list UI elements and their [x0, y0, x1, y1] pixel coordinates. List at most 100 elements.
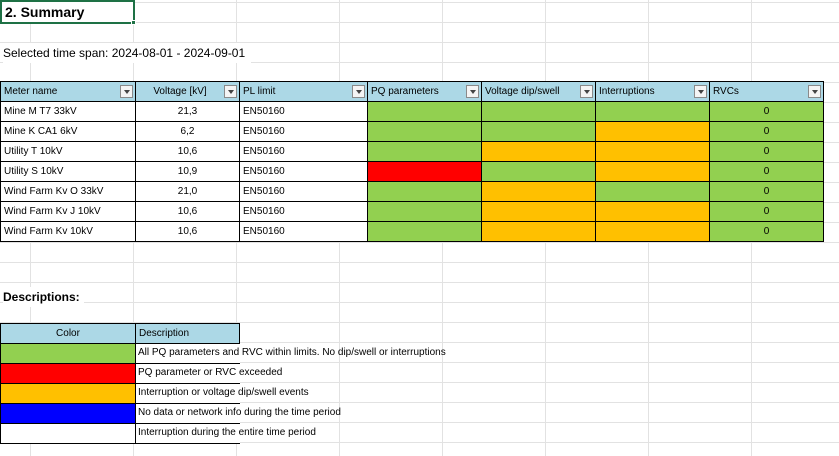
pq-status-cell[interactable] — [367, 161, 482, 182]
legend-description-cell[interactable]: No data or network info during the time … — [135, 403, 341, 424]
dip-swell-status-cell[interactable] — [481, 201, 596, 222]
sheet-title: 2. Summary — [5, 4, 85, 20]
dip-swell-status-cell[interactable] — [481, 161, 596, 182]
table-row: Wind Farm Kv O 33kV 21,0 EN50160 0 — [0, 181, 824, 202]
legend-color-swatch[interactable] — [0, 383, 136, 404]
legend-row: No data or network info during the time … — [0, 403, 341, 424]
interruptions-status-cell[interactable] — [595, 161, 710, 182]
pl-limit-cell[interactable]: EN50160 — [239, 101, 368, 122]
legend-header-color[interactable]: Color — [0, 323, 136, 344]
legend-row: Interruption or voltage dip/swell events — [0, 383, 309, 404]
table-row: Utility T 10kV 10,6 EN50160 0 — [0, 141, 824, 162]
filter-dropdown-icon[interactable] — [352, 85, 365, 98]
table-row: Utility S 10kV 10,9 EN50160 0 — [0, 161, 824, 182]
rvcs-cell[interactable]: 0 — [709, 161, 824, 182]
voltage-cell[interactable]: 10,6 — [135, 201, 240, 222]
legend-row: Interruption during the entire time peri… — [0, 423, 316, 444]
header-pq-parameters[interactable]: PQ parameters — [367, 81, 482, 102]
pl-limit-cell[interactable]: EN50160 — [239, 201, 368, 222]
table-row: Mine K CA1 6kV 6,2 EN50160 0 — [0, 121, 824, 142]
voltage-cell[interactable]: 10,6 — [135, 221, 240, 242]
interruptions-status-cell[interactable] — [595, 141, 710, 162]
legend-description-text: Interruption during the entire time peri… — [138, 427, 316, 438]
meter-name-cell[interactable]: Wind Farm Kv O 33kV — [0, 181, 136, 202]
filter-dropdown-icon[interactable] — [694, 85, 707, 98]
header-voltage[interactable]: Voltage [kV] — [135, 81, 240, 102]
rvcs-cell[interactable]: 0 — [709, 181, 824, 202]
dip-swell-status-cell[interactable] — [481, 121, 596, 142]
filter-dropdown-icon[interactable] — [120, 85, 133, 98]
header-voltage-dip-swell[interactable]: Voltage dip/swell — [481, 81, 596, 102]
legend-description-cell[interactable]: Interruption or voltage dip/swell events — [135, 383, 309, 404]
pq-status-cell[interactable] — [367, 221, 482, 242]
legend-color-swatch[interactable] — [0, 343, 136, 364]
header-pl-limit[interactable]: PL limit — [239, 81, 368, 102]
legend-color-swatch[interactable] — [0, 363, 136, 384]
meter-name-cell[interactable]: Wind Farm Kv 10kV — [0, 221, 136, 242]
rvcs-cell[interactable]: 0 — [709, 221, 824, 242]
legend-row: All PQ parameters and RVC within limits.… — [0, 343, 446, 364]
legend-table: Color Description All PQ parameters and … — [0, 323, 446, 444]
header-interruptions[interactable]: Interruptions — [595, 81, 710, 102]
meter-name-cell[interactable]: Mine K CA1 6kV — [0, 121, 136, 142]
voltage-cell[interactable]: 21,3 — [135, 101, 240, 122]
interruptions-status-cell[interactable] — [595, 121, 710, 142]
table-row: Wind Farm Kv J 10kV 10,6 EN50160 0 — [0, 201, 824, 222]
summary-table: Meter name Voltage [kV] PL limit PQ para… — [0, 81, 824, 242]
voltage-cell[interactable]: 21,0 — [135, 181, 240, 202]
pl-limit-cell[interactable]: EN50160 — [239, 221, 368, 242]
legend-color-swatch[interactable] — [0, 403, 136, 424]
meter-name-cell[interactable]: Mine M T7 33kV — [0, 101, 136, 122]
dip-swell-status-cell[interactable] — [481, 221, 596, 242]
pq-status-cell[interactable] — [367, 121, 482, 142]
pq-status-cell[interactable] — [367, 201, 482, 222]
meter-name-cell[interactable]: Utility S 10kV — [0, 161, 136, 182]
filter-dropdown-icon[interactable] — [224, 85, 237, 98]
dip-swell-status-cell[interactable] — [481, 181, 596, 202]
rvcs-cell[interactable]: 0 — [709, 201, 824, 222]
legend-header-description[interactable]: Description — [135, 323, 240, 344]
voltage-cell[interactable]: 6,2 — [135, 121, 240, 142]
interruptions-status-cell[interactable] — [595, 181, 710, 202]
voltage-cell[interactable]: 10,9 — [135, 161, 240, 182]
rvcs-cell[interactable]: 0 — [709, 101, 824, 122]
meter-name-cell[interactable]: Utility T 10kV — [0, 141, 136, 162]
interruptions-status-cell[interactable] — [595, 101, 710, 122]
legend-description-text: Interruption or voltage dip/swell events — [138, 387, 309, 398]
legend-description-cell[interactable]: Interruption during the entire time peri… — [135, 423, 316, 444]
header-rvcs[interactable]: RVCs — [709, 81, 824, 102]
legend-color-swatch[interactable] — [0, 423, 136, 444]
pq-status-cell[interactable] — [367, 181, 482, 202]
meter-name-cell[interactable]: Wind Farm Kv J 10kV — [0, 201, 136, 222]
pl-limit-cell[interactable]: EN50160 — [239, 181, 368, 202]
rvcs-cell[interactable]: 0 — [709, 141, 824, 162]
pl-limit-cell[interactable]: EN50160 — [239, 161, 368, 182]
filter-dropdown-icon[interactable] — [466, 85, 479, 98]
pl-limit-cell[interactable]: EN50160 — [239, 121, 368, 142]
voltage-cell[interactable]: 10,6 — [135, 141, 240, 162]
legend-description-text: All PQ parameters and RVC within limits.… — [138, 347, 446, 358]
filter-dropdown-icon[interactable] — [808, 85, 821, 98]
sheet-title-cell[interactable]: 2. Summary — [0, 0, 135, 24]
dip-swell-status-cell[interactable] — [481, 101, 596, 122]
legend-row: PQ parameter or RVC exceeded — [0, 363, 282, 384]
interruptions-status-cell[interactable] — [595, 221, 710, 242]
rvcs-cell[interactable]: 0 — [709, 121, 824, 142]
table-row: Mine M T7 33kV 21,3 EN50160 0 — [0, 101, 824, 122]
legend-header-row: Color Description — [0, 323, 240, 344]
table-row: Wind Farm Kv 10kV 10,6 EN50160 0 — [0, 221, 824, 242]
dip-swell-status-cell[interactable] — [481, 141, 596, 162]
fill-handle[interactable] — [131, 20, 136, 25]
descriptions-title: Descriptions: — [3, 287, 84, 307]
legend-description-text: No data or network info during the time … — [138, 407, 341, 418]
pl-limit-cell[interactable]: EN50160 — [239, 141, 368, 162]
interruptions-status-cell[interactable] — [595, 201, 710, 222]
legend-description-cell[interactable]: All PQ parameters and RVC within limits.… — [135, 343, 446, 364]
header-row: Meter name Voltage [kV] PL limit PQ para… — [0, 81, 824, 102]
filter-dropdown-icon[interactable] — [580, 85, 593, 98]
legend-description-cell[interactable]: PQ parameter or RVC exceeded — [135, 363, 282, 384]
legend-description-text: PQ parameter or RVC exceeded — [138, 367, 283, 378]
pq-status-cell[interactable] — [367, 141, 482, 162]
pq-status-cell[interactable] — [367, 101, 482, 122]
header-meter-name[interactable]: Meter name — [0, 81, 136, 102]
